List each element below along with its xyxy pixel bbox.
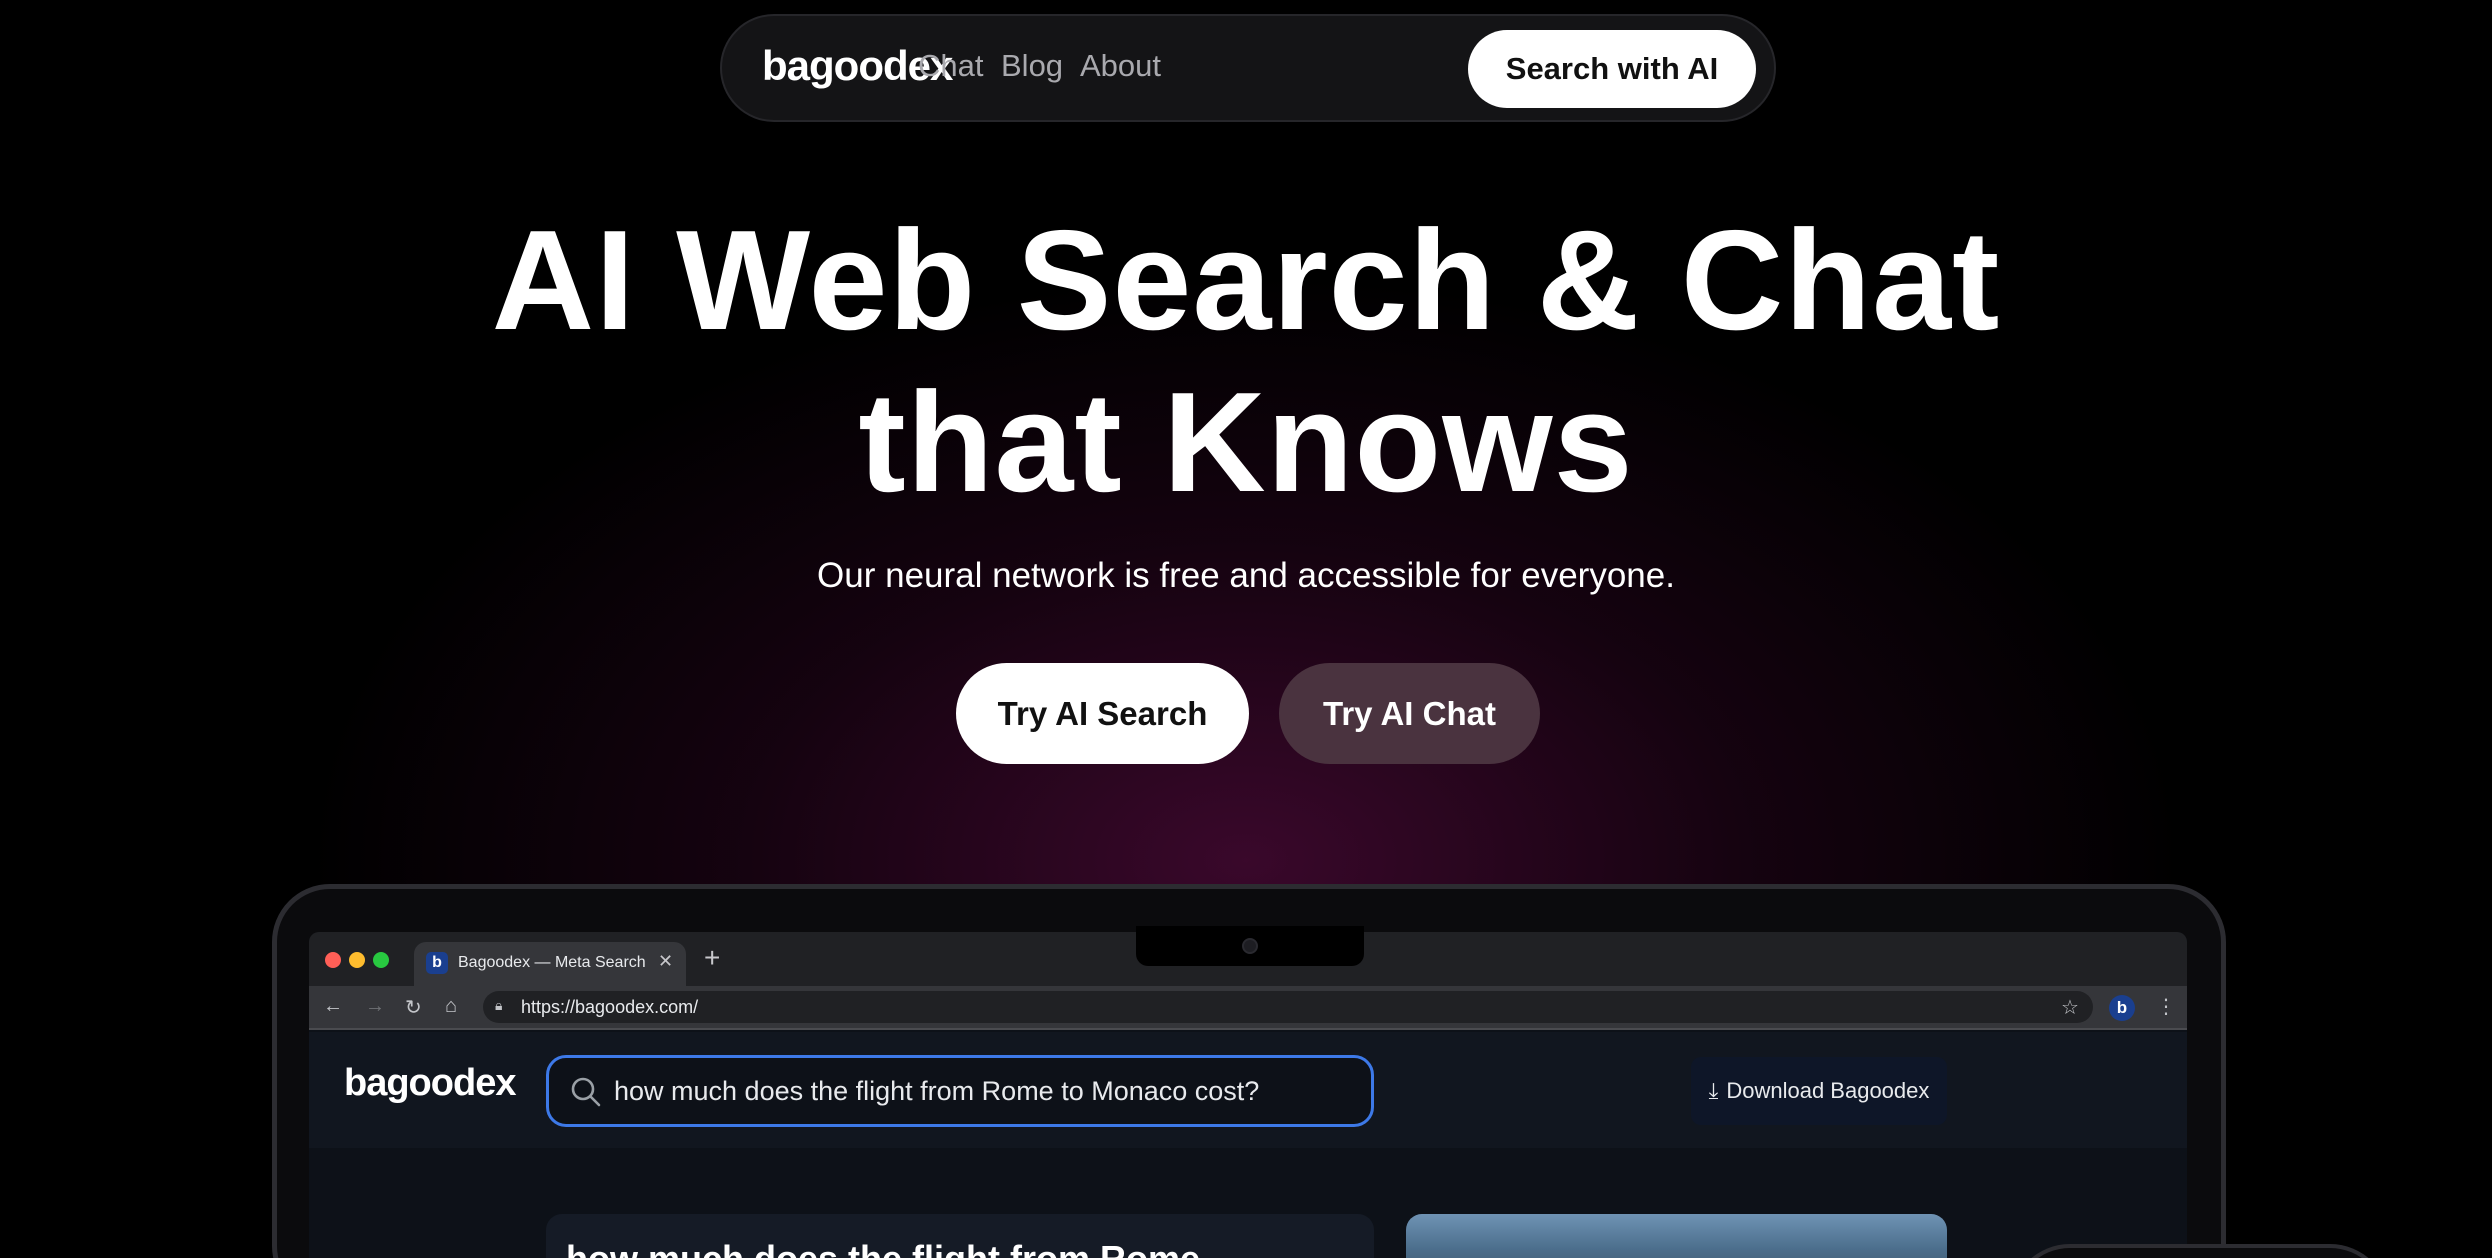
- extension-icon[interactable]: b: [2109, 995, 2135, 1021]
- nav-link-about[interactable]: About: [1080, 48, 1161, 84]
- forward-icon[interactable]: →: [365, 995, 385, 1018]
- hero-title-line-1: AI Web Search & Chat: [491, 201, 2001, 360]
- close-tab-icon[interactable]: ✕: [658, 951, 673, 972]
- camera-icon: [1242, 938, 1258, 954]
- hero-title: AI Web Search & Chat that Knows: [0, 200, 2492, 524]
- search-query-text: how much does the flight from Rome to Mo…: [614, 1076, 1260, 1106]
- site-search-input[interactable]: how much does the flight from Rome to Mo…: [546, 1055, 1374, 1127]
- url-field[interactable]: 🔒︎ https://bagoodex.com/ ☆: [483, 991, 2093, 1023]
- site-header: bagoodex how much does the flight from R…: [309, 1032, 2187, 1148]
- bookmark-star-icon[interactable]: ☆: [2061, 995, 2079, 1020]
- browser-tab[interactable]: b Bagoodex — Meta Search ✕: [414, 942, 686, 986]
- hero-title-line-2: that Knows: [858, 363, 1634, 522]
- search-icon: [571, 1077, 601, 1107]
- site-logo[interactable]: bagoodex: [344, 1062, 516, 1105]
- nav-link-chat[interactable]: Chat: [918, 48, 983, 84]
- browser-address-bar: ← → ↻ ⌂ 🔒︎ https://bagoodex.com/ ☆ b ⋮: [309, 986, 2187, 1030]
- result-image[interactable]: [1406, 1214, 1947, 1258]
- close-window-dot[interactable]: [325, 952, 341, 968]
- maximize-window-dot[interactable]: [373, 952, 389, 968]
- try-ai-search-button[interactable]: Try AI Search: [956, 663, 1249, 764]
- favicon-icon: b: [426, 952, 448, 974]
- laptop-screen: b Bagoodex — Meta Search ✕ + ← → ↻ ⌂ 🔒︎ …: [309, 932, 2187, 1258]
- browser-menu-icon[interactable]: ⋮: [2156, 994, 2176, 1019]
- download-bagoodex-button[interactable]: ⤓ Download Bagoodex: [1691, 1057, 1947, 1125]
- try-ai-chat-button[interactable]: Try AI Chat: [1279, 663, 1540, 764]
- download-label: Download Bagoodex: [1726, 1078, 1930, 1103]
- top-nav: bagoodex Chat Blog About Search with AI: [720, 14, 1776, 122]
- tab-title: Bagoodex — Meta Search: [458, 954, 646, 971]
- phone-mockup-edge: [2010, 1244, 2390, 1258]
- home-icon[interactable]: ⌂: [445, 995, 457, 1018]
- back-icon[interactable]: ←: [323, 995, 343, 1018]
- reload-icon[interactable]: ↻: [405, 995, 422, 1020]
- download-icon: ⤓: [1708, 1078, 1719, 1103]
- hero-subtitle: Our neural network is free and accessibl…: [817, 556, 1675, 595]
- search-with-ai-button[interactable]: Search with AI: [1468, 30, 1756, 108]
- result-title: how much does the flight from Rome: [566, 1238, 1200, 1258]
- new-tab-icon[interactable]: +: [704, 942, 720, 974]
- laptop-notch: [1136, 926, 1364, 966]
- result-card[interactable]: how much does the flight from Rome: [546, 1214, 1374, 1258]
- minimize-window-dot[interactable]: [349, 952, 365, 968]
- lock-icon: 🔒︎: [495, 997, 503, 1013]
- nav-link-blog[interactable]: Blog: [1001, 48, 1063, 84]
- url-text: https://bagoodex.com/: [521, 997, 699, 1017]
